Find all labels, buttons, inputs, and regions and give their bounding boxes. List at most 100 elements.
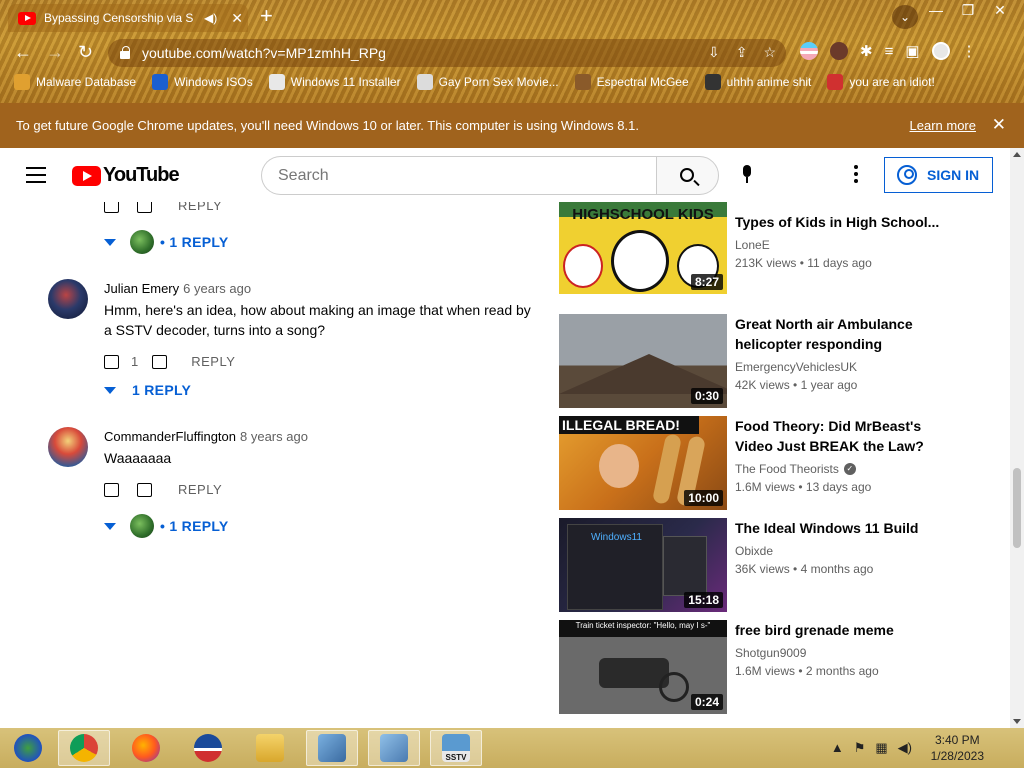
view-replies-button[interactable]: 1 REPLY (104, 382, 191, 398)
minimize-button[interactable]: — (920, 2, 952, 19)
network-icon[interactable]: ▦ (875, 740, 887, 756)
taskbar-network-app-2[interactable] (368, 730, 420, 766)
volume-icon[interactable]: ◀) (898, 740, 912, 756)
new-tab-button[interactable]: + (260, 5, 273, 27)
taskbar-network-app[interactable] (306, 730, 358, 766)
tab-close-icon[interactable]: ✕ (231, 10, 243, 27)
reply-button[interactable]: REPLY (178, 202, 222, 213)
search-button[interactable] (656, 156, 719, 195)
show-hidden-icons-icon[interactable]: ▲ (831, 740, 844, 756)
browser-frame: Bypassing Censorship via SSTV ◀) ✕ + ⌄ —… (0, 0, 1024, 103)
microphone-icon[interactable] (740, 165, 754, 185)
video-meta: 42K views • 1 year ago (735, 378, 858, 392)
youtube-logo[interactable]: YouTube (72, 164, 180, 187)
bookmark-item[interactable]: Windows 11 Installer (268, 74, 401, 90)
reply-button[interactable]: REPLY (191, 354, 235, 369)
like-icon[interactable] (104, 482, 119, 497)
view-replies-button[interactable]: • 1 REPLY (104, 514, 229, 538)
forward-arrow-icon[interactable]: → (46, 42, 64, 63)
scroll-down-arrow-icon[interactable] (1013, 719, 1021, 724)
bookmark-item[interactable]: Espectral McGee (574, 74, 689, 90)
video-channel[interactable]: The Food Theorists ✓ (735, 462, 856, 476)
reload-icon[interactable]: ↻ (78, 42, 93, 63)
restore-button[interactable]: ❐ (952, 2, 984, 19)
address-bar[interactable]: youtube.com/watch?v=MP1zmhH_RPg ⇩ ⇪ ☆ (108, 39, 786, 67)
puzzle-icon[interactable]: ✱ (860, 42, 873, 60)
bookmark-item[interactable]: Windows ISOs (152, 74, 253, 90)
taskbar-sstv-app[interactable]: SSTV (430, 730, 482, 766)
video-channel[interactable]: Obixde (735, 544, 773, 558)
update-infobar: To get future Google Chrome updates, you… (0, 103, 1024, 148)
related-video-item[interactable]: 0:30 Great North air Ambulance helicopte… (559, 314, 999, 410)
dislike-icon[interactable] (137, 482, 152, 497)
media-control-icon[interactable]: ≡ (885, 43, 894, 60)
dislike-icon[interactable] (137, 202, 152, 213)
like-icon[interactable] (104, 202, 119, 213)
menu-icon[interactable] (26, 167, 46, 183)
related-video-item[interactable]: Train ticket inspector: "Hello, may I s-… (559, 620, 999, 716)
taskbar-chrome[interactable] (58, 730, 110, 766)
video-thumbnail[interactable]: ILLEGAL BREAD! 10:00 (559, 416, 727, 510)
bookmark-item[interactable]: Malware Database (14, 74, 136, 90)
video-title[interactable]: The Ideal Windows 11 Build (735, 518, 945, 538)
related-video-item[interactable]: HIGHSCHOOL KIDS 8:27 Types of Kids in Hi… (559, 202, 999, 298)
bookmark-item[interactable]: Gay Porn Sex Movie... (416, 74, 559, 90)
comment-author[interactable]: CommanderFluffington 8 years ago (104, 429, 308, 444)
settings-menu-icon[interactable] (854, 165, 858, 186)
video-title[interactable]: free bird grenade meme (735, 620, 945, 640)
search-input[interactable]: Search (261, 156, 657, 195)
learn-more-link[interactable]: Learn more (910, 118, 976, 133)
thumbnail-text: Train ticket inspector: "Hello, may I s-… (575, 621, 711, 630)
comment-actions: REPLY (104, 202, 222, 213)
video-title[interactable]: Food Theory: Did MrBeast's Video Just BR… (735, 416, 945, 456)
back-arrow-icon[interactable]: ← (14, 42, 32, 63)
video-channel[interactable]: LoneE (735, 238, 770, 252)
view-replies-button[interactable]: • 1 REPLY (104, 230, 229, 254)
video-channel[interactable]: EmergencyVehiclesUK (735, 360, 857, 374)
tab-search-button[interactable]: ⌄ (892, 5, 918, 29)
bookmark-favicon-icon (704, 74, 721, 90)
video-thumbnail[interactable]: HIGHSCHOOL KIDS 8:27 (559, 202, 727, 294)
install-icon[interactable]: ⇩ (708, 44, 720, 61)
dislike-icon[interactable] (152, 354, 168, 369)
related-video-item[interactable]: ILLEGAL BREAD! 10:00 Food Theory: Did Mr… (559, 416, 999, 512)
avatar[interactable] (48, 427, 88, 467)
close-window-button[interactable]: ✕ (984, 2, 1016, 19)
infobar-close-icon[interactable]: ✕ (992, 115, 1006, 135)
video-meta: 213K views • 11 days ago (735, 256, 872, 270)
video-thumbnail[interactable]: Windows11 15:18 (559, 518, 727, 612)
reply-button[interactable]: REPLY (178, 482, 222, 497)
chrome-menu-icon[interactable]: ⋮ (962, 42, 977, 60)
comment-author[interactable]: Julian Emery 6 years ago (104, 281, 251, 296)
video-title[interactable]: Types of Kids in High School... (735, 212, 945, 232)
taskbar-obama-app[interactable] (182, 730, 234, 766)
flag-extension-icon[interactable] (800, 42, 818, 60)
page-scrollbar[interactable] (1010, 148, 1024, 728)
share-icon[interactable]: ⇪ (736, 44, 748, 61)
speaker-icon[interactable]: ◀) (204, 11, 217, 25)
sign-in-button[interactable]: SIGN IN (884, 157, 993, 193)
taskbar-media-center[interactable] (2, 730, 54, 766)
comment-time: 8 years ago (240, 429, 308, 444)
video-thumbnail[interactable]: Train ticket inspector: "Hello, may I s-… (559, 620, 727, 714)
profile-icon[interactable] (931, 42, 950, 60)
taskbar-file-explorer[interactable] (244, 730, 296, 766)
scroll-up-arrow-icon[interactable] (1013, 152, 1021, 157)
avatar-extension-icon[interactable] (830, 42, 848, 60)
video-thumbnail[interactable]: 0:30 (559, 314, 727, 408)
taskbar-clock[interactable]: 3:40 PM 1/28/2023 (931, 732, 984, 764)
taskbar-firefox[interactable] (120, 730, 172, 766)
bookmark-item[interactable]: uhhh anime shit (704, 74, 811, 90)
related-video-item[interactable]: Windows11 15:18 The Ideal Windows 11 Bui… (559, 518, 999, 614)
video-meta: 36K views • 4 months ago (735, 562, 874, 576)
browser-tab[interactable]: Bypassing Censorship via SSTV ◀) ✕ (8, 4, 248, 32)
video-channel[interactable]: Shotgun9009 (735, 646, 806, 660)
scrollbar-thumb[interactable] (1013, 468, 1021, 548)
bookmark-item[interactable]: you are an idiot! (827, 74, 935, 90)
side-panel-icon[interactable]: ▣ (905, 42, 919, 60)
like-icon[interactable] (104, 354, 119, 369)
avatar[interactable] (48, 279, 88, 319)
video-title[interactable]: Great North air Ambulance helicopter res… (735, 314, 945, 354)
action-center-flag-icon[interactable]: ⚑ (854, 740, 866, 756)
bookmark-star-icon[interactable]: ☆ (763, 44, 776, 61)
